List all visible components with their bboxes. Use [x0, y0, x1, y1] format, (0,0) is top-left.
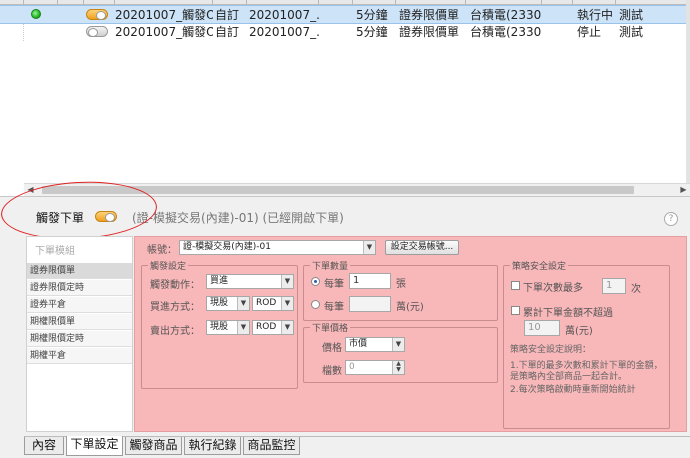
account-select-value: 證-模擬交易(內建)-01: [183, 242, 271, 252]
set-account-button[interactable]: 設定交易帳號...: [385, 240, 459, 255]
row-trigger-toggle[interactable]: [86, 9, 108, 20]
trigger-settings-group: 觸發設定 觸發動作： 買進 ▼ 買進方式： 現股 ▼ ROD ▼ 賣出方式： 現…: [141, 259, 298, 389]
trigger-settings-title: 觸發設定: [148, 259, 189, 272]
max-amount-unit: 萬(元): [565, 326, 593, 337]
buy-method-select[interactable]: 現股 ▼: [206, 296, 250, 311]
chevron-down-icon: ▼: [281, 321, 293, 334]
order-module-title: 下單模組: [35, 246, 75, 257]
tab-content[interactable]: 內容: [24, 437, 64, 455]
buy-rod-select[interactable]: ROD ▼: [252, 296, 294, 311]
order-module-list: 下單模組 證券限價單 證券限價定時 證券平倉 期權限價單 期權限價定時 期權平倉: [26, 236, 133, 432]
tick-label: 檔數: [322, 366, 342, 377]
order-module-item[interactable]: 期權平倉: [27, 348, 132, 364]
safety-note: 2.每次策略啟動時重新開始統計: [510, 385, 636, 395]
symbol-cell: 台積電(2330): [470, 25, 542, 39]
price-select[interactable]: 市價 ▼: [345, 337, 405, 352]
max-orders-field[interactable]: 1: [602, 278, 626, 294]
account-select[interactable]: 證-模擬交易(內建)-01 ▼: [179, 240, 376, 255]
tick-value: 0: [349, 362, 355, 372]
trigger-action-value: 買進: [210, 276, 229, 286]
chevron-down-icon: ▼: [281, 297, 293, 310]
per-amount-radio[interactable]: [311, 300, 320, 309]
max-amount-label: 累計下單金額不超過: [523, 308, 613, 319]
chevron-down-icon: ▼: [363, 241, 375, 254]
strategy-cell: 20201007_...: [249, 25, 319, 39]
chevron-down-icon: ▼: [281, 275, 293, 288]
order-module-item[interactable]: 期權限價定時: [27, 331, 132, 347]
state-cell: 停止: [577, 25, 602, 39]
chevron-down-icon: ▼: [392, 338, 404, 351]
buy-method-value: 現股: [210, 298, 229, 308]
sell-method-value: 現股: [210, 322, 229, 332]
account-label: 帳號：: [147, 245, 177, 256]
tab-product-monitor[interactable]: 商品監控: [243, 437, 300, 455]
order-module-item[interactable]: 證券平倉: [27, 297, 132, 313]
max-orders-label: 下單次數最多: [523, 283, 583, 294]
trigger-order-toggle[interactable]: [95, 211, 117, 222]
order-module-item[interactable]: 證券限價定時: [27, 280, 132, 296]
spin-icon[interactable]: ▲ ▼: [392, 361, 404, 374]
type-cell: 自訂: [215, 25, 240, 39]
order-price-title: 下單價格: [310, 321, 351, 334]
row-trigger-toggle[interactable]: [86, 26, 108, 37]
chevron-down-icon: ▼: [237, 321, 249, 334]
price-label: 價格: [322, 343, 342, 354]
safety-notes-title: 策略安全設定說明：: [510, 345, 592, 355]
running-status-icon: [31, 9, 41, 19]
tab-trigger-products[interactable]: 觸發商品: [125, 437, 182, 455]
scroll-right-icon[interactable]: ▶: [677, 184, 690, 196]
order-type-cell: 證券限價單: [399, 25, 460, 39]
strategy-safety-group: 策略安全設定 下單次數最多 1 次 累計下單金額不超過 10 萬(元) 策略安全…: [503, 259, 670, 429]
scroll-thumb[interactable]: [42, 186, 634, 194]
price-value: 市價: [349, 339, 368, 349]
buy-method-label: 買進方式：: [150, 302, 200, 313]
order-quantity-title: 下單數量: [310, 259, 351, 272]
order-quantity-group: 下單數量 每筆 1 張 每筆 萬(元): [303, 259, 498, 321]
sell-rod-value: ROD: [256, 322, 277, 332]
order-panel-header: 觸發下單 (證-模擬交易(內建)-01) (已經開啟下單) ?: [22, 203, 690, 231]
tab-order-settings[interactable]: 下單設定: [66, 436, 123, 456]
per-amount-field[interactable]: [349, 296, 391, 312]
safety-note: 是策略內全部商品一起合計。: [510, 372, 628, 382]
buy-rod-value: ROD: [256, 298, 277, 308]
vertical-scrollbar[interactable]: [686, 0, 690, 183]
table-row[interactable]: 20201007_觸發On... 自訂 20201007_... 5分鐘 證券限…: [0, 5, 686, 24]
order-price-group: 下單價格 價格 市價 ▼ 檔數 0 ▲ ▼: [303, 321, 498, 383]
per-order-unit: 張: [396, 279, 406, 290]
strategy-name-cell: 20201007_觸發On...: [115, 25, 213, 39]
bottom-tab-bar: 內容 下單設定 觸發商品 執行紀錄 商品監控: [24, 436, 690, 458]
sell-rod-select[interactable]: ROD ▼: [252, 320, 294, 335]
per-amount-label: 每筆: [324, 302, 344, 313]
table-row[interactable]: 20201007_觸發On... 自訂 20201007_... 5分鐘 證券限…: [0, 23, 686, 42]
interval-cell: 5分鐘: [356, 25, 388, 39]
trigger-action-label: 觸發動作：: [150, 280, 200, 291]
per-order-field[interactable]: 1: [349, 273, 391, 289]
max-amount-field[interactable]: 10: [524, 320, 560, 336]
sell-method-select[interactable]: 現股 ▼: [206, 320, 250, 335]
account-cell: 測試: [619, 25, 644, 39]
per-order-label: 每筆: [324, 279, 344, 290]
tab-execution-log[interactable]: 執行紀錄: [184, 437, 241, 455]
per-order-radio[interactable]: [311, 277, 320, 286]
scroll-left-icon[interactable]: ◀: [24, 184, 37, 196]
help-icon[interactable]: ?: [664, 212, 678, 226]
order-module-item[interactable]: 期權限價單: [27, 314, 132, 330]
trigger-order-label: 觸發下單: [36, 211, 85, 225]
max-amount-checkbox[interactable]: [511, 306, 520, 315]
chevron-down-icon: ▼: [237, 297, 249, 310]
horizontal-scrollbar[interactable]: ◀ ▶: [24, 183, 690, 196]
order-module-item[interactable]: 證券限價單: [27, 263, 132, 279]
order-settings-form: 帳號： 證-模擬交易(內建)-01 ▼ 設定交易帳號... 觸發設定 觸發動作：…: [134, 236, 687, 432]
tick-stepper[interactable]: 0 ▲ ▼: [345, 360, 405, 375]
max-orders-unit: 次: [631, 284, 641, 295]
per-amount-unit: 萬(元): [396, 302, 424, 313]
max-orders-checkbox[interactable]: [511, 281, 520, 290]
trigger-action-select[interactable]: 買進 ▼: [206, 274, 294, 289]
strategy-safety-title: 策略安全設定: [510, 259, 569, 272]
account-status-text: (證-模擬交易(內建)-01) (已經開啟下單): [132, 211, 344, 225]
sell-method-label: 賣出方式：: [150, 326, 200, 337]
strategy-grid[interactable]: 20201007_觸發On... 自訂 20201007_... 5分鐘 證券限…: [0, 0, 690, 197]
